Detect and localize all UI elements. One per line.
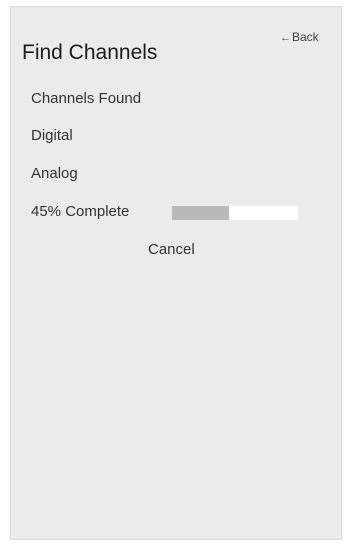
channels-found-label: Channels Found (31, 90, 142, 107)
back-label: Back (292, 30, 319, 44)
progress-bar (172, 206, 298, 220)
page-title: Find Channels (22, 41, 158, 64)
cancel-button[interactable]: Cancel (148, 240, 195, 260)
analog-label: Analog (31, 165, 78, 182)
find-channels-panel: Find Channels ←Back Channels Found Digit… (10, 6, 342, 540)
digital-label: Digital (31, 127, 73, 144)
progress-bar-fill (172, 206, 229, 220)
back-arrow-icon: ← (280, 32, 291, 44)
progress-label: 45% Complete (31, 203, 130, 220)
back-button[interactable]: ←Back (280, 29, 319, 46)
